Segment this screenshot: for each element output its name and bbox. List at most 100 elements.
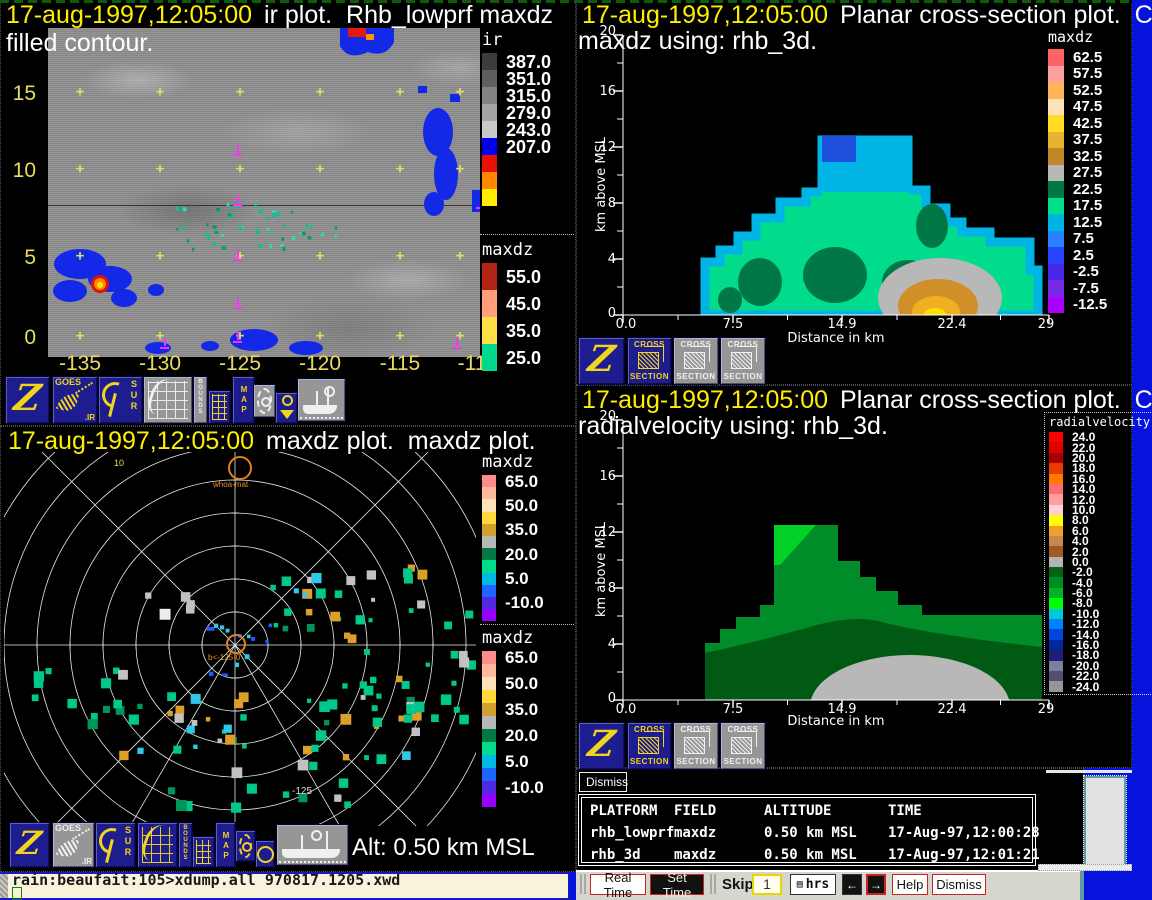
goes-ir-button[interactable]: GOES.IR xyxy=(52,822,95,868)
latlon-grid-cross: + xyxy=(76,248,85,265)
cross-section-button[interactable]: CROSSSECTION xyxy=(720,722,766,770)
radar-echo xyxy=(269,624,273,628)
table-row: PLATFORMFIELDALTITUDETIME xyxy=(582,800,1032,822)
ship-button[interactable] xyxy=(276,824,349,866)
cross-section-button-active[interactable]: CROSSSECTION xyxy=(627,337,672,385)
radar-echo xyxy=(377,754,387,764)
step-forward-button[interactable]: → xyxy=(866,874,886,895)
goes-ir-button[interactable]: GOES.IR xyxy=(52,376,98,424)
radar-grid-button[interactable] xyxy=(137,822,178,868)
latlon-grid-cross: + xyxy=(396,161,405,178)
dismiss-button[interactable]: Dismiss xyxy=(932,874,986,895)
radar-echo xyxy=(417,570,427,580)
skip-value-input[interactable]: 1 xyxy=(752,874,782,895)
colorbar-row: 62.5 xyxy=(1048,49,1107,66)
colorbar-row: 351.0 xyxy=(482,70,551,87)
colorbar-swatch xyxy=(1049,640,1063,650)
colorbar-row: -2.5 xyxy=(1048,264,1107,281)
cross-section-button-active[interactable]: CROSSSECTION xyxy=(627,722,672,770)
ship-button[interactable] xyxy=(297,378,346,422)
radar-echo xyxy=(302,593,307,598)
colorbar-value: 17.5 xyxy=(1064,198,1102,213)
surveillance-radar-button[interactable]: SUR xyxy=(95,822,136,868)
colorbar-swatch xyxy=(482,70,497,87)
terminal-window[interactable]: rain:beaufait:105>xdump.all 970817.1205.… xyxy=(0,872,570,900)
buoy-button[interactable] xyxy=(275,392,298,424)
z-logo-icon: Z xyxy=(578,338,625,380)
colorbar-maxdz-small: maxdz 55.045.035.025.0 xyxy=(482,240,541,371)
cube-icon xyxy=(731,737,752,754)
cross-section-button[interactable]: CROSSSECTION xyxy=(720,337,766,385)
grid-overlay-button[interactable] xyxy=(192,836,215,868)
radar-echo xyxy=(340,714,351,725)
xs2-title: 17-aug-1997,12:05:00Planar cross-section… xyxy=(582,386,1152,415)
zeb-logo-button[interactable]: Z xyxy=(9,822,50,868)
colorbar-swatch xyxy=(1048,280,1064,297)
scrollbar[interactable] xyxy=(1084,776,1126,870)
step-back-button[interactable]: ← xyxy=(842,874,862,895)
compass-button[interactable] xyxy=(253,384,276,418)
radar-echo xyxy=(344,801,351,808)
map-button[interactable]: MAP xyxy=(232,376,255,424)
colorbar-swatch xyxy=(1049,629,1063,639)
colorbar-value: 65.0 xyxy=(496,649,538,666)
colorbar-value: 32.5 xyxy=(1064,149,1102,164)
surveillance-radar-button[interactable]: SUR xyxy=(98,376,143,424)
colorbar-row: -10.0 xyxy=(482,597,544,609)
colorbar-swatch xyxy=(1049,546,1063,556)
table-cell: maxdz xyxy=(674,844,716,866)
circle-button[interactable] xyxy=(255,840,275,868)
radar-echo xyxy=(251,637,255,641)
compass-button[interactable] xyxy=(235,830,256,862)
zeb-logo-button[interactable]: Z xyxy=(5,376,50,424)
colorbar-value: 207.0 xyxy=(497,138,551,156)
radar-echo xyxy=(367,570,376,579)
colorbar-value: 37.5 xyxy=(1064,132,1102,147)
bounds-button[interactable]: BOUNDS xyxy=(178,822,193,868)
zeb-logo-button[interactable]: Z xyxy=(578,722,625,770)
cloud-core-orange xyxy=(366,34,374,40)
radar-echo xyxy=(342,683,347,688)
radar-echo xyxy=(356,615,365,624)
hrs-button[interactable]: ▤hrs xyxy=(790,874,836,895)
radar-echo xyxy=(145,592,151,598)
cross-section-button[interactable]: CROSSSECTION xyxy=(673,337,719,385)
ship-track-marker xyxy=(233,332,242,343)
radar-echo xyxy=(224,725,232,733)
bounds-button[interactable]: BOUNDS xyxy=(193,376,208,424)
radar-echo xyxy=(187,725,195,733)
colorbar-row: 65.0 xyxy=(482,651,544,664)
radar-echo xyxy=(209,672,213,676)
zeb-logo-button[interactable]: Z xyxy=(578,337,625,385)
radar-echo xyxy=(319,701,330,712)
radar-echo xyxy=(207,627,211,631)
grid-overlay-button[interactable] xyxy=(208,390,231,424)
status-dismiss-button[interactable]: Dismiss xyxy=(579,772,627,792)
colorbar-ppi-maxdz-1: maxdz 65.050.035.020.05.0-10.0 xyxy=(482,452,544,621)
table-cell: TIME xyxy=(888,800,922,822)
colorbar-row: 35.0 xyxy=(482,703,544,716)
radar-echo xyxy=(168,787,175,794)
colorbar-value: 243.0 xyxy=(497,121,551,139)
set-time-button[interactable]: Set Time xyxy=(650,874,704,895)
help-button[interactable]: Help xyxy=(892,874,928,895)
radar-echo xyxy=(316,730,326,740)
radar-echo xyxy=(402,681,410,689)
cross-section-button[interactable]: CROSSSECTION xyxy=(673,722,719,770)
radar-echo xyxy=(348,634,357,643)
radar-grid-button[interactable] xyxy=(143,376,193,424)
cross-section-plot-radialvelocity xyxy=(610,415,1055,715)
radar-echo xyxy=(311,745,318,752)
window-corner xyxy=(1038,864,1132,871)
radar-echo xyxy=(137,748,143,754)
small-grid-icon xyxy=(196,840,211,864)
map-button[interactable]: MAP xyxy=(215,822,236,868)
colorbar-swatch xyxy=(482,121,497,138)
colorbar-value: 7.5 xyxy=(1064,231,1094,246)
table-cell: rhb_3d xyxy=(590,844,641,866)
real-time-button[interactable]: Real Time xyxy=(590,874,646,895)
ppi-title: 17-aug-1997,12:05:00maxdz plot. maxdz pl… xyxy=(8,427,536,456)
latlon-grid-cross: + xyxy=(316,248,325,265)
colorbar-swatch xyxy=(482,475,496,487)
latlon-grid-cross: + xyxy=(396,328,405,345)
